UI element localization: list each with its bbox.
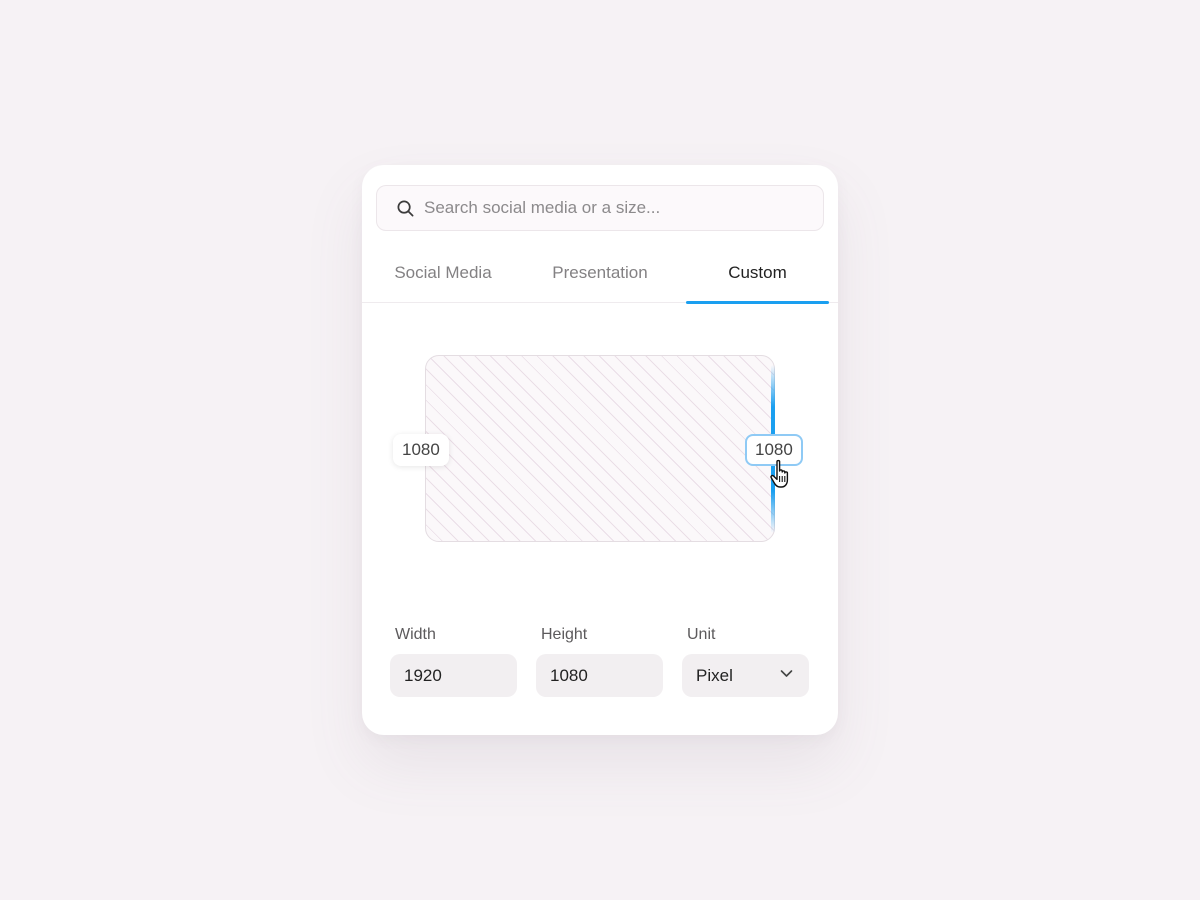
chevron-down-icon: [780, 670, 793, 677]
search-input[interactable]: [424, 186, 804, 230]
size-category-tabs: Social Media Presentation Custom: [362, 251, 838, 304]
tab-social-media[interactable]: Social Media: [363, 251, 523, 302]
height-input[interactable]: 1080: [536, 654, 663, 697]
unit-label: Unit: [687, 626, 716, 643]
height-dimension-tag: 1080: [393, 434, 449, 466]
unit-select-value: Pixel: [696, 666, 733, 685]
search-bar[interactable]: [376, 185, 824, 231]
tab-custom[interactable]: Custom: [686, 251, 829, 304]
width-input[interactable]: 1920: [390, 654, 517, 697]
canvas-size-panel: Social Media Presentation Custom 1080 10…: [362, 165, 838, 735]
width-label: Width: [395, 626, 436, 643]
search-icon: [397, 200, 414, 217]
tab-presentation[interactable]: Presentation: [520, 251, 680, 302]
height-label: Height: [541, 626, 588, 643]
unit-select[interactable]: Pixel: [682, 654, 809, 697]
hand-cursor-icon: [770, 459, 789, 488]
canvas-preview: [425, 355, 775, 542]
